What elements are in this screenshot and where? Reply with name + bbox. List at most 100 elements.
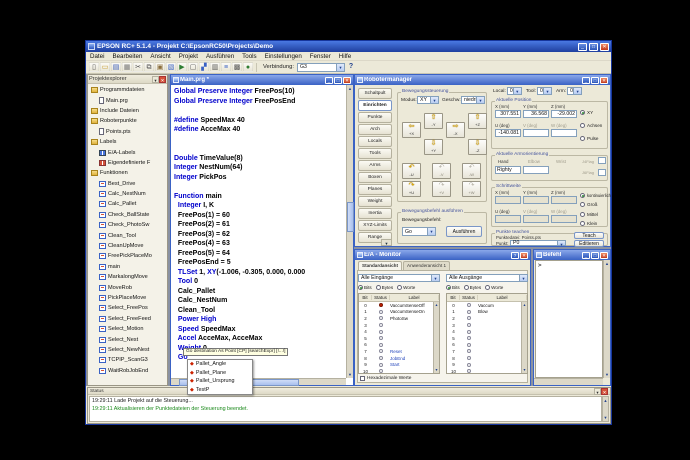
jog-plusminus-z-button[interactable]: ⇧+Z bbox=[468, 113, 487, 129]
code-line[interactable]: Integer PickPos bbox=[174, 173, 346, 183]
paste-icon[interactable]: ▣ bbox=[155, 62, 165, 72]
tree-item-clean-tool[interactable]: Clean_Tool bbox=[88, 230, 167, 240]
tree-item-select-freefeed[interactable]: Select_FreeFeed bbox=[88, 314, 167, 324]
execute-button[interactable]: Ausführen bbox=[446, 226, 482, 237]
simulator-icon[interactable]: ● bbox=[243, 62, 253, 72]
tab-planes[interactable]: Planes bbox=[358, 184, 392, 195]
tree-item-waitrobjobend[interactable]: WaitRobJobEnd bbox=[88, 366, 167, 376]
open-project-icon[interactable]: ▭ bbox=[100, 62, 110, 72]
scroll-up-icon[interactable]: ▲ bbox=[604, 260, 610, 267]
close-icon[interactable]: ✕ bbox=[159, 76, 166, 83]
scroll-down-icon[interactable]: ▼ bbox=[604, 371, 610, 378]
tree-item-calc-pallet[interactable]: Calc_Pallet bbox=[88, 199, 167, 209]
radio-bytes[interactable]: Bytes bbox=[376, 285, 394, 290]
jog-plusminus-x-button[interactable]: ⇦+X bbox=[402, 122, 421, 138]
jog-minus-y-button[interactable]: ⇧-Y bbox=[424, 113, 443, 129]
radio-bits[interactable]: Bits bbox=[446, 285, 460, 290]
pin-button[interactable]: ▾ bbox=[152, 76, 159, 83]
field-v-deg[interactable] bbox=[523, 129, 549, 137]
jog-plusminus-y-button[interactable]: ⇩+Y bbox=[424, 139, 443, 155]
table-row[interactable]: 0VaccumSenseOff bbox=[359, 302, 439, 309]
tree-item-pickplacemove[interactable]: PickPlaceMove bbox=[88, 293, 167, 303]
table-row[interactable]: 7 bbox=[447, 348, 527, 355]
radio-achsen[interactable]: Achsen bbox=[580, 121, 602, 129]
minimize-button[interactable]: _ bbox=[578, 43, 587, 51]
tree-item-labels[interactable]: Labels bbox=[88, 137, 167, 147]
close-button[interactable]: ✕ bbox=[600, 43, 609, 51]
tab-tools[interactable]: Tools bbox=[358, 148, 392, 159]
autocomplete-item-pallet-angle[interactable]: ◆Pallet_Angle bbox=[188, 360, 252, 369]
tab-punkte[interactable]: Punkte bbox=[358, 112, 392, 123]
tab-boxen[interactable]: Boxen bbox=[358, 172, 392, 183]
command-window-icon[interactable]: ▥ bbox=[210, 62, 220, 72]
table-row[interactable]: 9 bbox=[447, 361, 527, 368]
task-manager-icon[interactable]: ▩ bbox=[232, 62, 242, 72]
radio-worte[interactable]: Worte bbox=[485, 285, 503, 290]
autocomplete-item-pallet-ursprung[interactable]: ◆Pallet_Ursprung bbox=[188, 377, 252, 386]
table-row[interactable]: 10 bbox=[359, 368, 439, 374]
tree-item-main[interactable]: main bbox=[88, 262, 167, 272]
autocomplete-item-pallet-plane[interactable]: ◆Pallet_Plane bbox=[188, 369, 252, 378]
pin-button[interactable]: ▾ bbox=[594, 388, 601, 395]
operator-window-icon[interactable]: ▢ bbox=[188, 62, 198, 72]
arm-select[interactable]: 0▾ bbox=[567, 87, 582, 95]
vertical-scrollbar[interactable]: ▲ ▼ bbox=[602, 396, 609, 422]
tool-select[interactable]: 0▾ bbox=[537, 87, 552, 95]
menu-einstellungen[interactable]: Einstellungen bbox=[261, 52, 306, 60]
maximize-button[interactable]: □ bbox=[334, 77, 342, 84]
table-row[interactable]: 1VaccumSenseOn bbox=[359, 309, 439, 316]
code-line[interactable]: Calc_NestNum bbox=[174, 296, 346, 306]
code-area[interactable]: Global Preserve Integer FreePos(10)Globa… bbox=[171, 85, 346, 378]
code-line[interactable]: #define AcceMax 40 bbox=[174, 125, 346, 135]
radio-mittel[interactable]: Mittel bbox=[580, 210, 598, 218]
scroll-up-icon[interactable]: ▲ bbox=[603, 397, 608, 404]
code-line[interactable] bbox=[174, 106, 346, 116]
tab-anwenderansicht-1[interactable]: Anwenderansicht 1 bbox=[403, 261, 450, 270]
code-line[interactable]: Speed SpeedMax bbox=[174, 325, 346, 335]
jog-minus-w-button[interactable]: ↶-W bbox=[462, 163, 481, 179]
point-select[interactable]: P0 ▾ bbox=[510, 240, 566, 246]
tree-item-check-photosw[interactable]: Check_PhotoSw bbox=[88, 220, 167, 230]
jog-minus-u-button[interactable]: ↶-U bbox=[402, 163, 421, 179]
io-monitor-icon[interactable]: ≡ bbox=[221, 62, 231, 72]
table-row[interactable]: 6 bbox=[359, 342, 439, 349]
code-line[interactable]: FreePos(1) = 60 bbox=[174, 211, 346, 221]
code-line[interactable]: Clean_Tool bbox=[174, 306, 346, 316]
code-line[interactable]: Integer I, K bbox=[174, 201, 346, 211]
menu-ansicht[interactable]: Ansicht bbox=[146, 52, 174, 60]
inputs-filter-select[interactable]: Alle Eingänge ▾ bbox=[358, 274, 440, 282]
local-select[interactable]: 0▾ bbox=[507, 87, 522, 95]
print-icon[interactable]: ▦ bbox=[122, 62, 132, 72]
tree-item-calc-nestnum[interactable]: Calc_NestNum bbox=[88, 189, 167, 199]
code-line[interactable]: FreePos(5) = 64 bbox=[174, 249, 346, 259]
robot-manager-icon[interactable]: ▞ bbox=[199, 62, 209, 72]
table-row[interactable]: 3 bbox=[359, 322, 439, 329]
field-y-mm[interactable]: 36.568 bbox=[523, 110, 549, 118]
motion-command-select[interactable]: Go ▾ bbox=[402, 227, 436, 236]
table-row[interactable]: 9Start bbox=[359, 361, 439, 368]
tree-item-select-freepos[interactable]: Select_FreePos bbox=[88, 303, 167, 313]
field-x-mm[interactable]: 307.551 bbox=[495, 110, 521, 118]
command-titlebar[interactable]: Befehl _ □ ✕ bbox=[534, 250, 610, 260]
jog-plusminus-u-button[interactable]: ↷+U bbox=[402, 181, 421, 197]
radio-klein[interactable]: Klein bbox=[580, 220, 597, 228]
tree-item-moverob[interactable]: MoveRob bbox=[88, 282, 167, 292]
tree-item-points-pts[interactable]: Points.pts bbox=[88, 127, 167, 137]
project-window-icon[interactable]: ▧ bbox=[166, 62, 176, 72]
scroll-up-icon[interactable]: ▲ bbox=[347, 85, 353, 92]
tree-item-roboterpunkte[interactable]: Roboterpunkte bbox=[88, 116, 167, 126]
editor-titlebar[interactable]: Main.prg * _ □ ✕ bbox=[171, 75, 353, 85]
app-titlebar[interactable]: EPSON RC+ 5.1.4 - Projekt C:\EpsonRC50\P… bbox=[86, 41, 611, 52]
jog-minus-v-button[interactable]: ↶-V bbox=[432, 163, 451, 179]
help-button[interactable]: ? bbox=[511, 252, 519, 259]
tree-item-check-ballstate[interactable]: Check_BallState bbox=[88, 210, 167, 220]
table-row[interactable]: 8 bbox=[447, 355, 527, 362]
code-line[interactable] bbox=[174, 135, 346, 145]
table-row[interactable]: 2 bbox=[447, 315, 527, 322]
code-line[interactable]: FreePos(4) = 63 bbox=[174, 239, 346, 249]
tree-item-main-prg[interactable]: Main.prg bbox=[88, 95, 167, 105]
field-u-deg[interactable]: -140.081 bbox=[495, 129, 521, 137]
autocomplete-item-testp[interactable]: ◆TestP bbox=[188, 386, 252, 395]
cut-icon[interactable]: ✂ bbox=[133, 62, 143, 72]
code-line[interactable]: TLSet 1, XY(-1.006, -0.305, 0.000, 0.000 bbox=[174, 268, 346, 278]
